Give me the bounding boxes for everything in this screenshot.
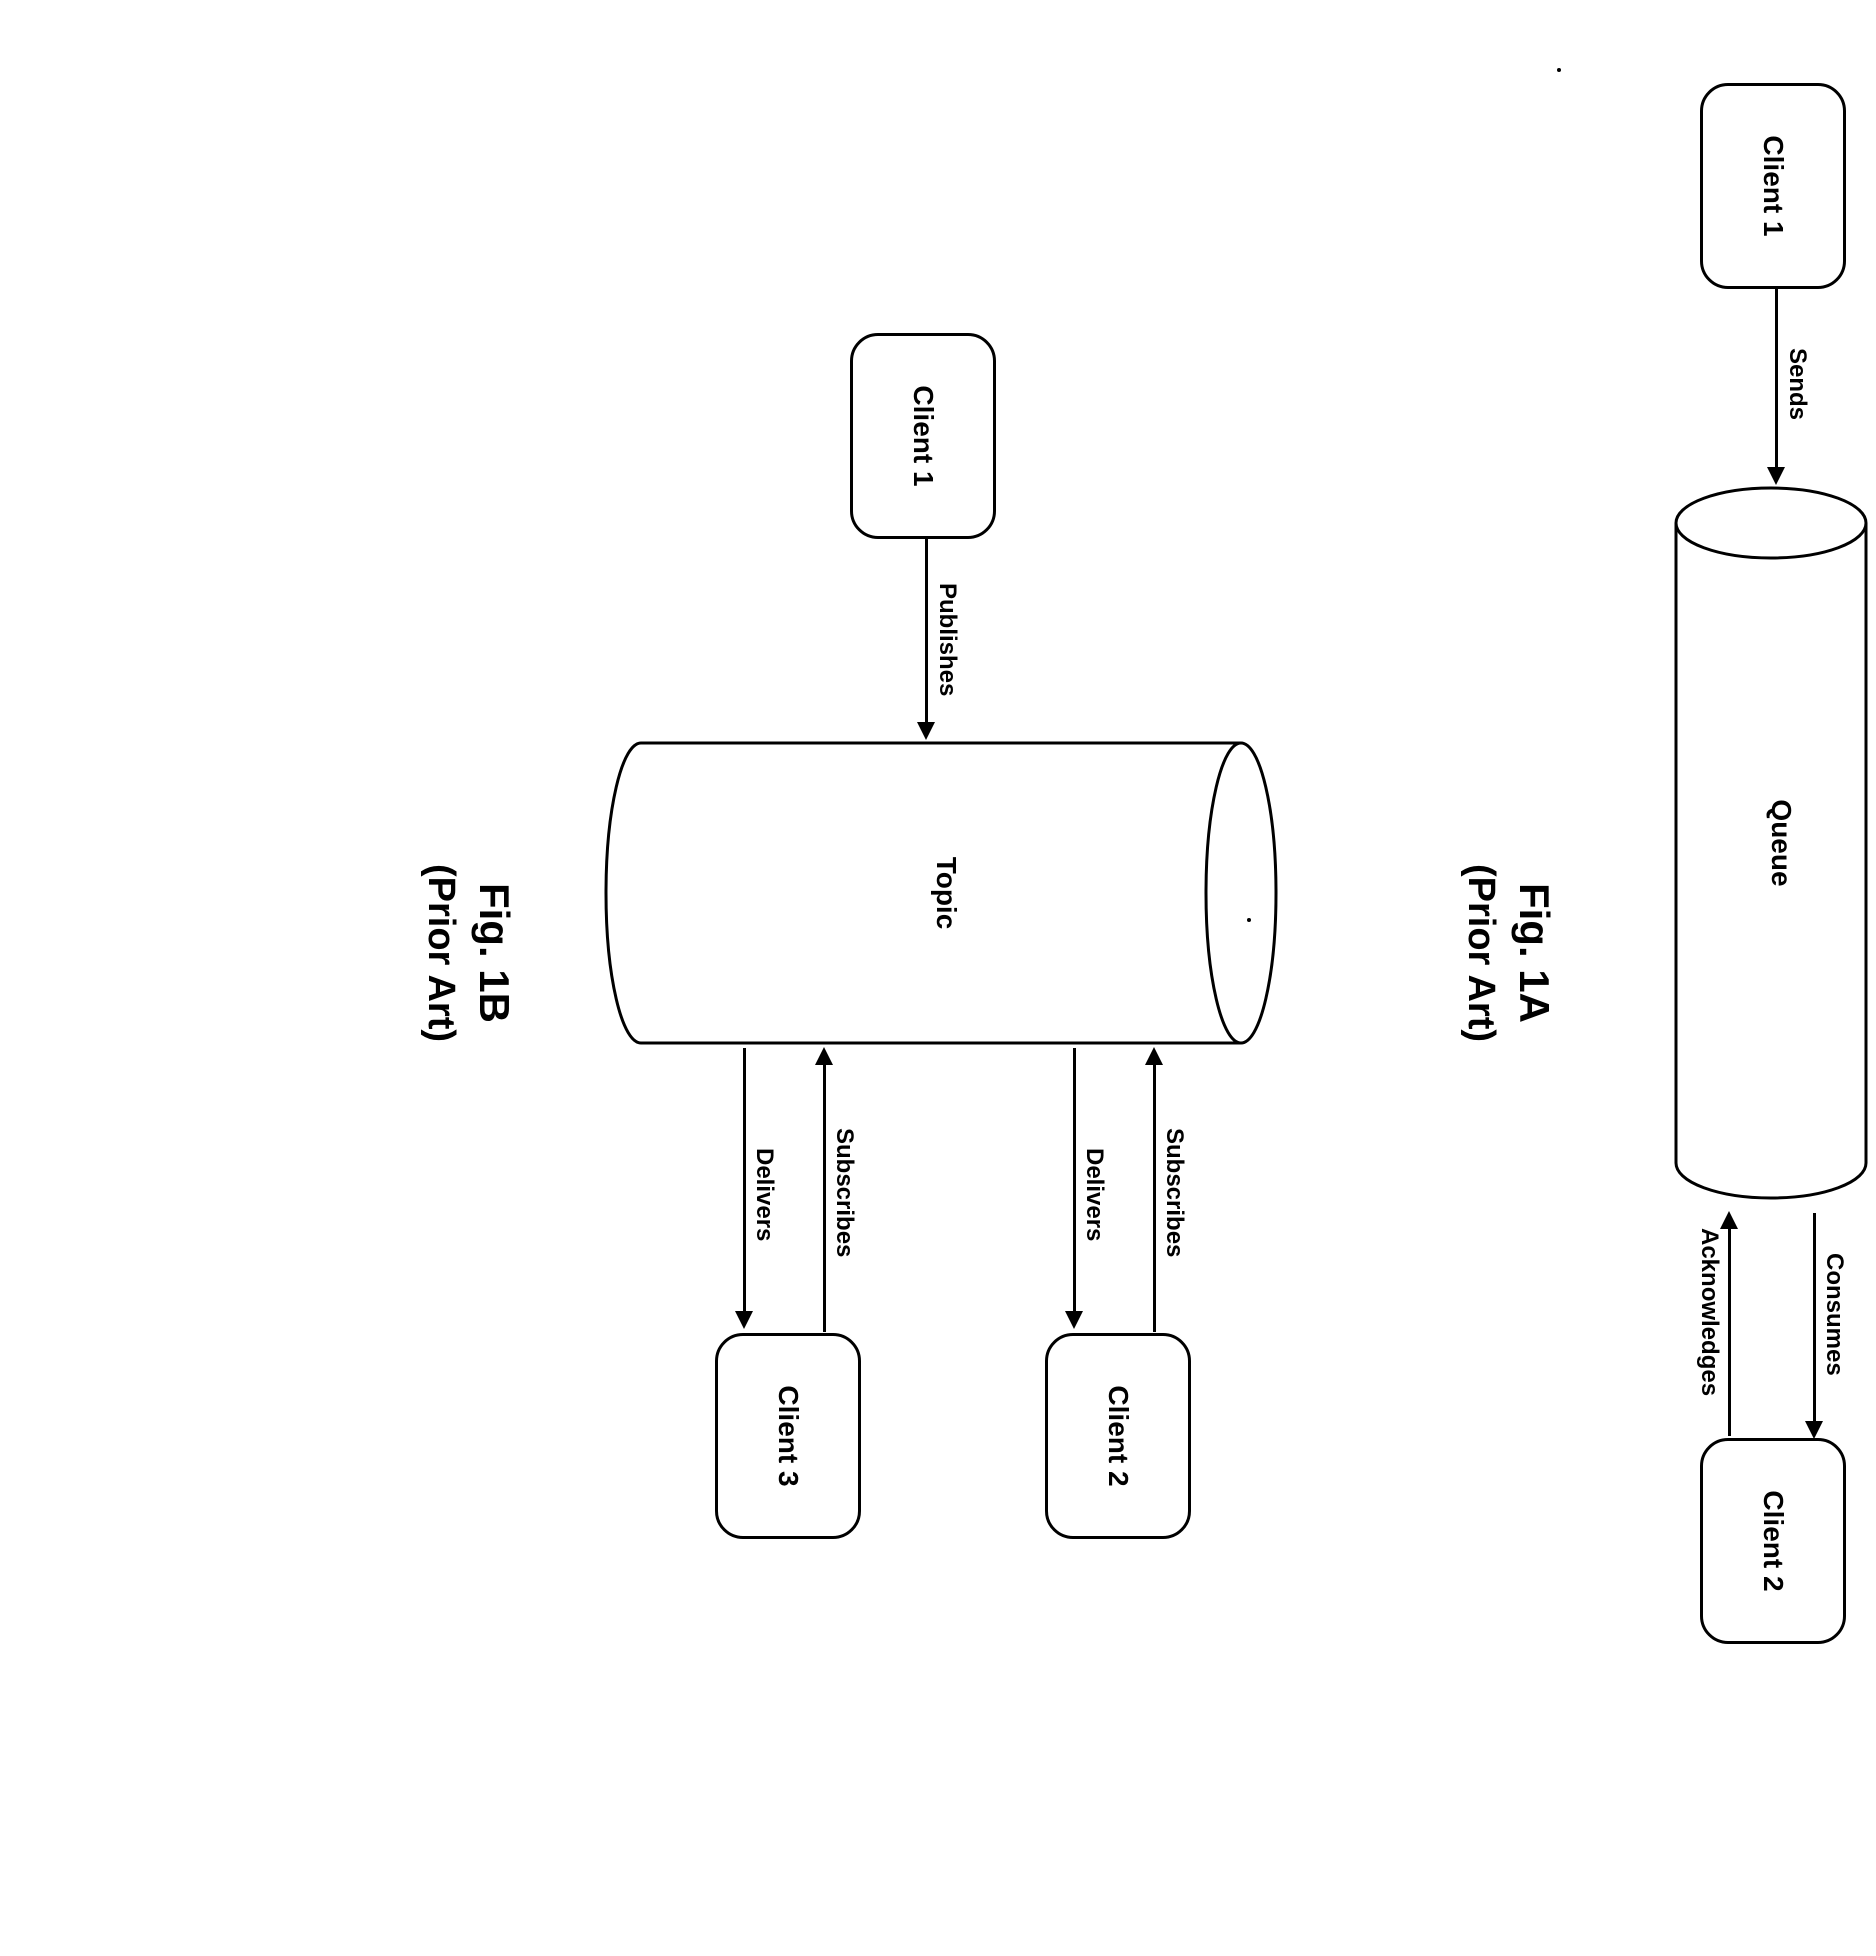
del2-arrow-line [743,1048,746,1313]
figure-1b: Client 1 Publishes Topic Client 2 Subscr… [386,53,1336,1853]
client3-label-b: Client 3 [772,1385,804,1486]
sub2-arrow-line [823,1062,826,1332]
del1-arrow-line [1073,1048,1076,1313]
publishes-arrow-line [925,539,928,724]
sub1-arrow-head [1145,1047,1163,1065]
sub1-label: Subscribes [1160,1128,1188,1257]
client2-box-b: Client 2 [1045,1333,1191,1539]
ack-label: Acknowledges [1695,1228,1723,1396]
client1-box-b: Client 1 [850,333,996,539]
ack-arrow-head [1720,1211,1738,1229]
fig-b-title: Fig. 1B [470,53,518,1853]
consumes-arrow-head [1805,1421,1823,1439]
client2-box-a: Client 2 [1700,1438,1846,1644]
ack-arrow-line [1728,1226,1731,1436]
sub2-arrow-head [815,1047,833,1065]
topic-text: Topic [930,738,962,1048]
client1-box-a: Client 1 [1700,83,1846,289]
queue-text: Queue [1765,483,1797,1203]
client1-label-a: Client 1 [1757,135,1789,236]
fig-b-caption: Fig. 1B (Prior Art) [411,53,526,1853]
del2-label: Delivers [750,1148,778,1241]
consumes-label: Consumes [1820,1253,1848,1376]
sends-label: Sends [1783,348,1811,420]
consumes-arrow-line [1813,1213,1816,1423]
diagram-page: Client 1 Sends Queue Consumes Acknowledg… [386,53,1876,1853]
client2-label-a: Client 2 [1757,1490,1789,1591]
sub1-arrow-line [1153,1062,1156,1332]
del1-label: Delivers [1080,1148,1108,1241]
fig-a-caption: Fig. 1A (Prior Art) [1451,53,1566,1853]
fig-a-subtitle: (Prior Art) [1459,53,1502,1853]
fig-b-subtitle: (Prior Art) [419,53,462,1853]
client2-label-b: Client 2 [1102,1385,1134,1486]
client3-box-b: Client 3 [715,1333,861,1539]
client1-label-b: Client 1 [907,385,939,486]
sub2-label: Subscribes [830,1128,858,1257]
del1-arrow-head [1065,1311,1083,1329]
sends-arrow-line [1775,289,1778,469]
del2-arrow-head [735,1311,753,1329]
decorative-dot-2 [1247,918,1251,922]
fig-a-title: Fig. 1A [1510,53,1558,1853]
publishes-label: Publishes [933,583,961,696]
figure-1a: Client 1 Sends Queue Consumes Acknowledg… [1416,53,1876,1853]
